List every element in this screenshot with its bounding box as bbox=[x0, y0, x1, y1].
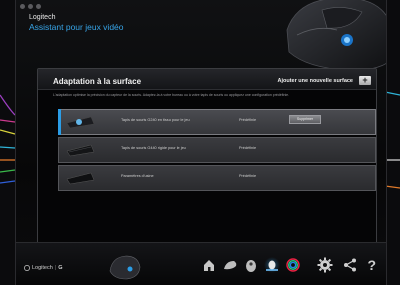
pointer-settings-icon[interactable] bbox=[222, 257, 238, 273]
surface-name: Paramètres d'usine bbox=[121, 174, 154, 178]
lighting-icon[interactable] bbox=[285, 257, 301, 273]
zoom-window-button[interactable] bbox=[36, 4, 41, 9]
app-window: Logitech Assistant pour jeux vidéo Adapt… bbox=[15, 0, 387, 285]
gaming-mouse-illustration bbox=[286, 0, 386, 71]
delete-surface-button[interactable]: Supprimer bbox=[289, 115, 321, 124]
surface-name: Tapis de souris G240 en tissu pour le je… bbox=[121, 118, 190, 122]
window-controls bbox=[20, 4, 41, 9]
surface-tuning-icon[interactable] bbox=[264, 257, 280, 273]
footer-tools: ? bbox=[317, 257, 376, 273]
cloth-mousepad-icon bbox=[66, 116, 95, 129]
mouse-sensor-icon[interactable] bbox=[243, 257, 259, 273]
footer-nav bbox=[201, 257, 301, 273]
logitech-logo-icon bbox=[24, 265, 30, 271]
company-name: Logitech bbox=[29, 14, 56, 21]
app-branding: Logitech Assistant pour jeux vidéo bbox=[29, 13, 124, 33]
footer-logo: Logitech | G bbox=[24, 265, 63, 271]
add-surface-label[interactable]: Ajouter une nouvelle surface bbox=[278, 78, 354, 84]
g-logo: G bbox=[58, 265, 63, 271]
surface-row[interactable]: Tapis de souris G240 en tissu pour le je… bbox=[58, 109, 376, 135]
close-window-button[interactable] bbox=[20, 4, 25, 9]
settings-gear-icon[interactable] bbox=[317, 257, 333, 273]
app-title: Assistant pour jeux vidéo bbox=[29, 22, 124, 32]
panel-title: Adaptation à la surface bbox=[53, 77, 142, 86]
home-icon[interactable] bbox=[201, 257, 217, 273]
footer-brand-name: Logitech bbox=[32, 265, 53, 271]
selection-indicator bbox=[58, 109, 61, 135]
panel-description: L'adaptation optimise la précision du ca… bbox=[53, 93, 290, 97]
surface-row[interactable]: Tapis de souris G440 rigide pour le jeu … bbox=[58, 137, 376, 163]
share-icon[interactable] bbox=[342, 257, 358, 273]
footer-toolbar: Logitech | G ? bbox=[16, 242, 386, 285]
surface-status: Prédéfinie bbox=[239, 118, 257, 122]
add-surface-button[interactable]: + bbox=[359, 76, 371, 85]
hard-mousepad-icon bbox=[66, 144, 95, 157]
surface-name: Tapis de souris G440 rigide pour le jeu bbox=[121, 146, 186, 150]
help-icon[interactable]: ? bbox=[367, 257, 376, 273]
surface-tuning-panel: Adaptation à la surface Ajouter une nouv… bbox=[37, 68, 377, 248]
surface-status: Prédéfinie bbox=[239, 146, 257, 150]
default-surface-icon bbox=[66, 172, 95, 185]
surface-status: Prédéfinie bbox=[239, 174, 257, 178]
device-mouse-thumbnail[interactable] bbox=[106, 251, 142, 281]
minimize-window-button[interactable] bbox=[28, 4, 33, 9]
surface-row[interactable]: Paramètres d'usine Prédéfinie bbox=[58, 165, 376, 191]
panel-header: Adaptation à la surface Ajouter une nouv… bbox=[38, 69, 376, 90]
